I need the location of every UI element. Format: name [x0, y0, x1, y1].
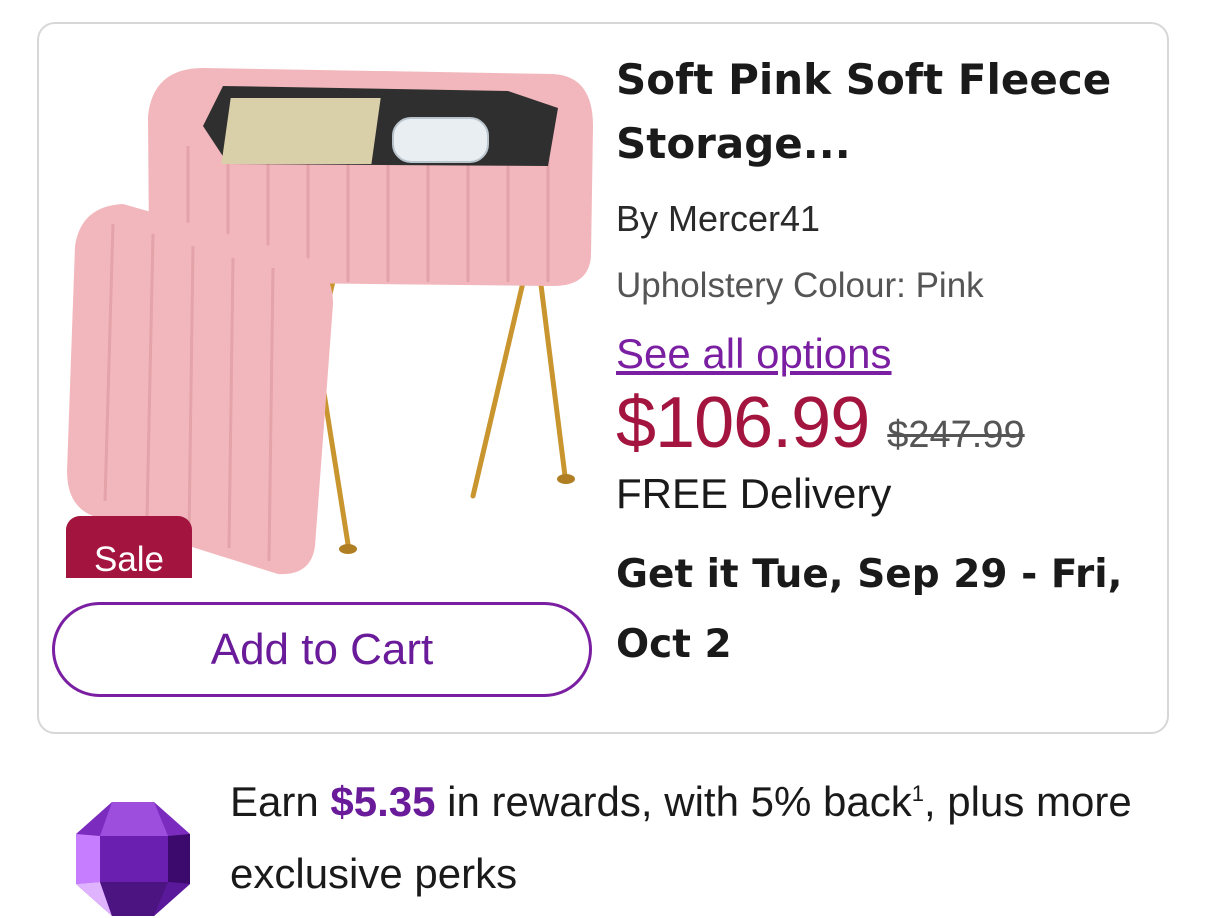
stool-illustration — [67, 68, 593, 575]
original-price: $247.99 — [887, 414, 1025, 456]
rewards-banner: Earn $5.35 in rewards, with 5% back1, pl… — [0, 760, 1206, 918]
see-all-options-link[interactable]: See all options — [616, 330, 892, 378]
product-details: Soft Pink Soft Fleece Storage... By Merc… — [616, 48, 1156, 680]
product-variant: Upholstery Colour: Pink — [616, 266, 984, 305]
rewards-text: Earn $5.35 in rewards, with 5% back1, pl… — [230, 766, 1190, 910]
rewards-amount: $5.35 — [330, 778, 436, 825]
rewards-middle: in rewards, with 5% back — [435, 778, 912, 825]
rewards-footnote[interactable]: 1 — [912, 781, 924, 806]
delivery-eta: Get it Tue, Sep 29 - Fri, Oct 2 — [616, 552, 1123, 667]
product-brand: By Mercer41 — [616, 198, 821, 239]
add-to-cart-button[interactable]: Add to Cart — [52, 602, 592, 697]
product-card[interactable]: Sale Add to Cart Soft Pink Soft Fleece S… — [37, 22, 1169, 734]
purple-gem-icon — [76, 802, 190, 916]
sale-badge: Sale — [66, 516, 192, 578]
delivery-info: FREE Delivery — [616, 470, 892, 517]
product-title[interactable]: Soft Pink Soft Fleece Storage... — [616, 48, 1146, 176]
sale-price: $106.99 — [616, 383, 870, 463]
price-row: $106.99 $247.99 — [616, 382, 1156, 464]
rewards-prefix: Earn — [230, 778, 331, 825]
product-image[interactable]: Sale — [53, 46, 593, 578]
